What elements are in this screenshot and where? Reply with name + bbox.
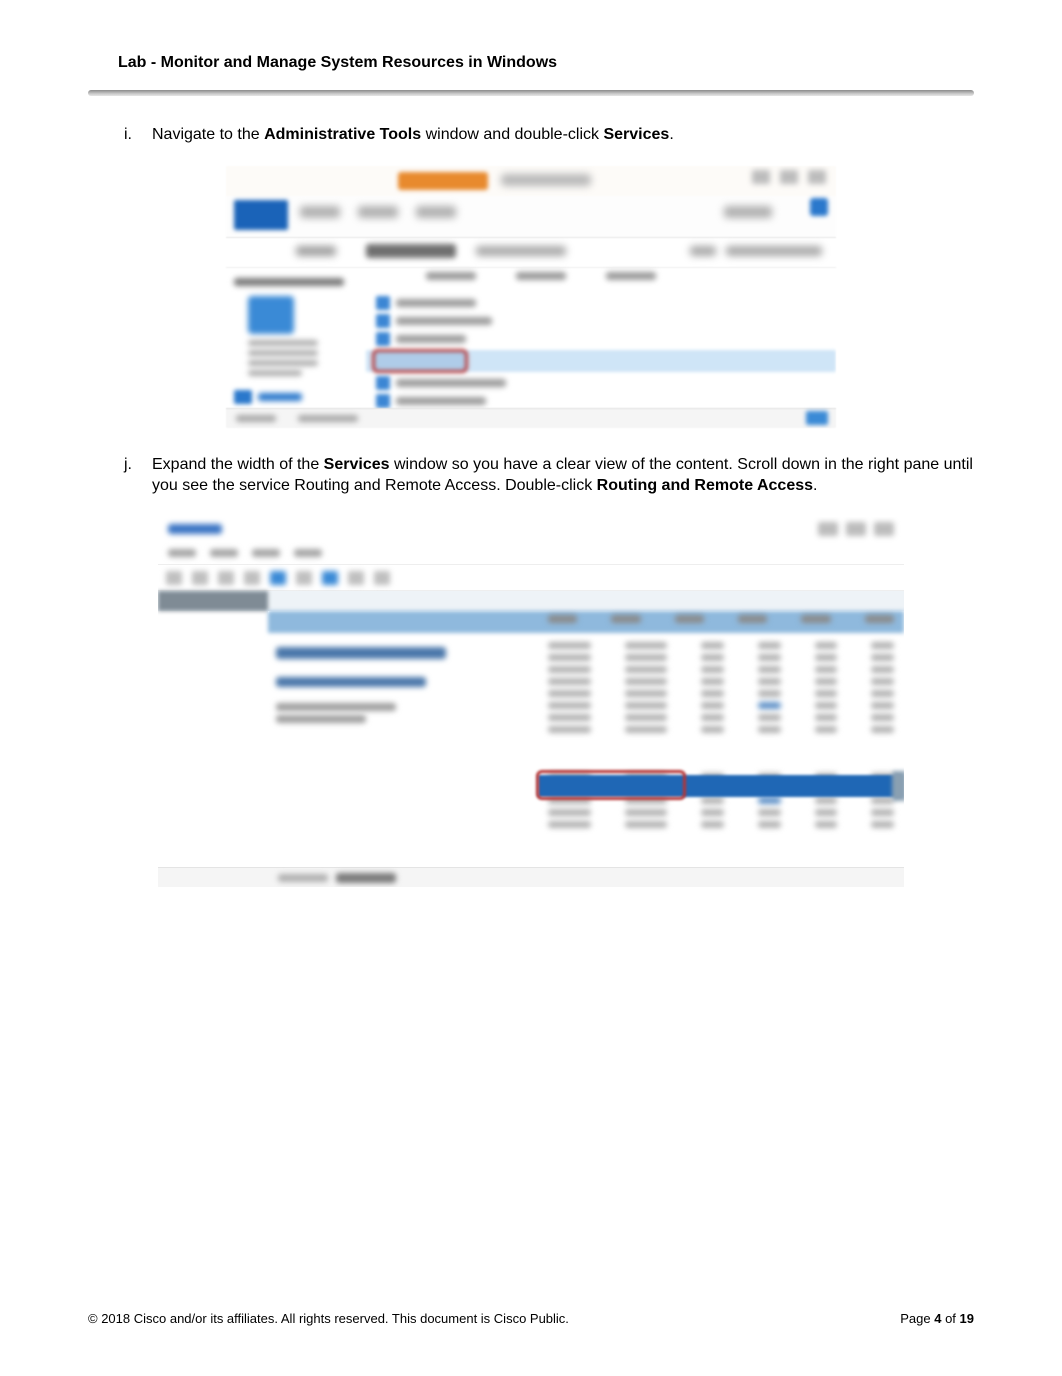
step-i-bold2: Services xyxy=(603,126,669,143)
page-footer: © 2018 Cisco and/or its affiliates. All … xyxy=(88,1311,974,1326)
window-controls xyxy=(818,522,894,536)
step-j: j. Expand the width of the Services wind… xyxy=(88,454,974,497)
tree-selected xyxy=(158,591,268,611)
this-pc-icon xyxy=(234,390,252,404)
tree-pane xyxy=(158,611,268,867)
step-j-bold1: Services xyxy=(324,456,390,473)
page-title: Lab - Monitor and Manage System Resource… xyxy=(88,54,974,72)
scrollbar-thumb xyxy=(892,771,904,801)
highlight-box xyxy=(536,770,686,800)
selected-services-row xyxy=(366,350,836,372)
services-title xyxy=(168,524,222,534)
step-j-pre: Expand the width of the xyxy=(152,456,324,473)
step-i: i. Navigate to the Administrative Tools … xyxy=(88,124,974,146)
minimize-icon xyxy=(752,170,770,184)
screenshot-services xyxy=(158,517,904,887)
folder-icon xyxy=(248,296,294,334)
close-icon xyxy=(808,170,826,184)
help-icon xyxy=(810,198,828,216)
page-total: 19 xyxy=(960,1311,974,1326)
page-number: Page 4 of 19 xyxy=(900,1311,974,1326)
nav-pane xyxy=(226,268,366,408)
header-rule xyxy=(88,90,974,96)
step-i-bold1: Administrative Tools xyxy=(264,126,421,143)
services-list xyxy=(268,611,904,867)
step-j-post: . xyxy=(813,477,817,494)
page-label-mid: of xyxy=(941,1311,959,1326)
detail-action-link xyxy=(276,677,426,687)
ribbon-contextual-tab xyxy=(398,172,488,190)
window-title xyxy=(501,174,591,186)
step-i-body: Navigate to the Administrative Tools win… xyxy=(152,124,974,146)
highlight-box xyxy=(372,349,468,373)
file-list xyxy=(366,268,836,408)
step-j-bold2: Routing and Remote Access xyxy=(597,477,813,494)
screenshot-admin-tools xyxy=(226,166,836,428)
window-controls xyxy=(752,170,826,184)
document-page: Lab - Monitor and Manage System Resource… xyxy=(0,0,1062,1376)
step-j-body: Expand the width of the Services window … xyxy=(152,454,974,497)
maximize-icon xyxy=(780,170,798,184)
step-i-mid: window and double-click xyxy=(421,126,603,143)
view-toggle-icon xyxy=(806,411,828,425)
step-j-marker: j. xyxy=(124,454,152,497)
step-i-post: . xyxy=(669,126,673,143)
ribbon-right xyxy=(724,206,772,218)
detail-heading xyxy=(276,647,446,659)
step-i-marker: i. xyxy=(124,124,152,146)
copyright: © 2018 Cisco and/or its affiliates. All … xyxy=(88,1311,569,1326)
ribbon-tabs xyxy=(300,206,456,218)
file-tab xyxy=(234,200,288,230)
step-i-pre: Navigate to the xyxy=(152,126,264,143)
page-label-pre: Page xyxy=(900,1311,934,1326)
